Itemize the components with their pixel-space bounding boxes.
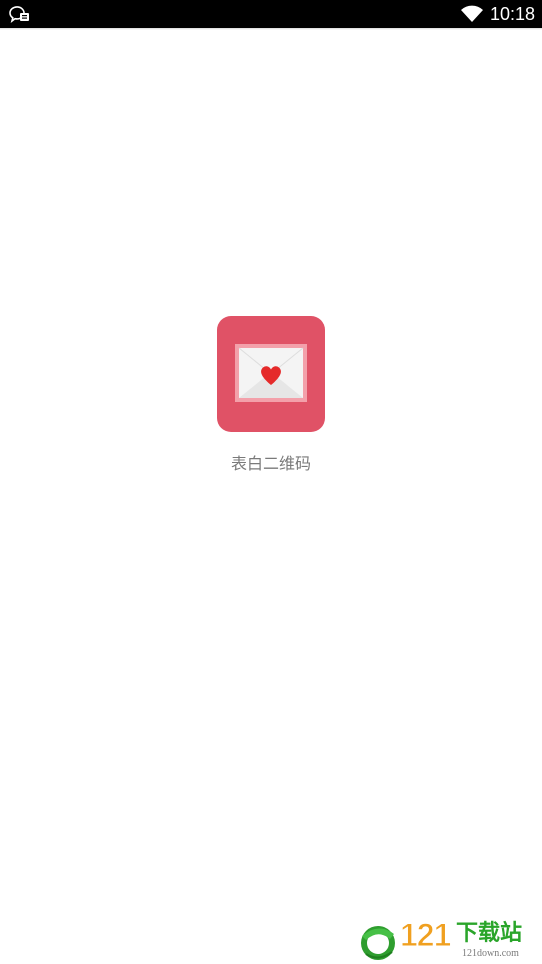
status-clock: 10:18: [490, 4, 536, 24]
chat-notification-icon: [8, 4, 32, 24]
wifi-icon: [460, 4, 484, 24]
watermark-logo: 121 下载站 121down.com: [356, 918, 538, 962]
watermark-brand-suffix: 下载站: [456, 921, 523, 946]
globe-logo-icon: [361, 926, 395, 960]
app-label[interactable]: 表白二维码: [171, 452, 371, 476]
watermark-url: 121down.com: [462, 948, 519, 959]
status-bar: 10:18: [0, 0, 542, 28]
watermark-brand-number: 121: [399, 917, 451, 953]
status-divider: [0, 28, 542, 30]
app-icon-love-letter[interactable]: [217, 316, 325, 432]
envelope-icon: [235, 344, 307, 402]
